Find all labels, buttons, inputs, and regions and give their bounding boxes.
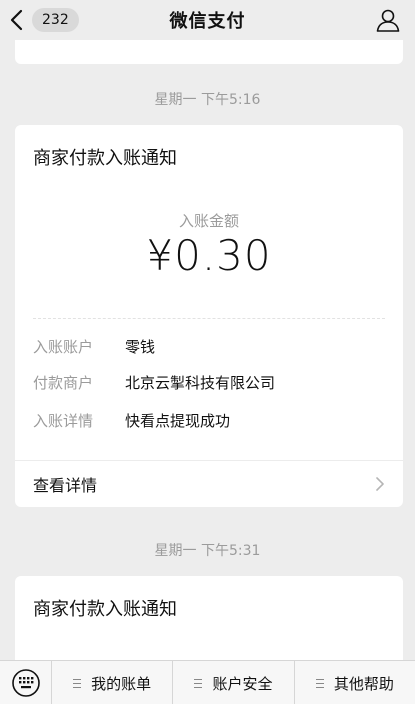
menu-lines-icon [73, 678, 82, 688]
info-key: 付款商户 [33, 373, 94, 392]
user-icon[interactable] [375, 7, 401, 33]
menu-other-help[interactable]: 其他帮助 [295, 661, 415, 704]
card-title: 商家付款入账通知 [33, 148, 177, 169]
chevron-right-icon [376, 477, 384, 491]
back-button[interactable]: 232 [8, 6, 79, 34]
nav-bar: 232 微信支付 [0, 0, 415, 40]
menu-account-security[interactable]: 账户安全 [173, 661, 295, 704]
chevron-left-icon [10, 9, 23, 31]
payment-notification-card: 商家付款入账通知 入账金额 ¥0.30 入账账户 零钱 付款商户 北京云掣科技有… [15, 125, 403, 507]
menu-lines-icon [315, 678, 324, 688]
previous-message-card [15, 40, 403, 64]
info-value: 快看点提现成功 [125, 411, 231, 430]
amount-label: 入账金额 [178, 212, 239, 230]
info-key: 入账详情 [33, 411, 94, 430]
bottom-menu-bar: 我的账单 账户安全 其他帮助 [0, 660, 415, 704]
info-value: 零钱 [125, 337, 156, 356]
menu-label: 账户安全 [212, 674, 273, 693]
menu-lines-icon [194, 678, 203, 688]
info-row: 入账详情 快看点提现成功 [33, 408, 385, 432]
keyboard-toggle-button[interactable] [0, 661, 52, 704]
message-timestamp: 星期一 下午5:31 [154, 543, 261, 559]
payment-notification-card: 商家付款入账通知 [15, 576, 403, 666]
view-details-label: 查看详情 [33, 476, 98, 495]
menu-label: 我的账单 [91, 674, 152, 693]
info-row: 入账账户 零钱 [33, 334, 385, 358]
amount-value: ¥0.30 [146, 231, 272, 280]
menu-my-bills[interactable]: 我的账单 [52, 661, 174, 704]
info-row: 付款商户 北京云掣科技有限公司 [33, 370, 385, 394]
info-key: 入账账户 [33, 337, 94, 356]
unread-count-badge: 232 [32, 8, 79, 32]
card-title: 商家付款入账通知 [33, 599, 177, 620]
page-title: 微信支付 [169, 11, 246, 32]
menu-label: 其他帮助 [333, 674, 394, 693]
wechat-pay-chat: 232 微信支付 星期一 下午5:16 商家付款入账通知 入账金额 ¥0.30 … [0, 0, 415, 704]
dashed-divider [33, 318, 385, 319]
view-details-link[interactable]: 查看详情 [15, 461, 403, 507]
message-timestamp: 星期一 下午5:16 [154, 92, 261, 108]
keyboard-icon [11, 669, 40, 697]
info-value: 北京云掣科技有限公司 [125, 373, 276, 392]
